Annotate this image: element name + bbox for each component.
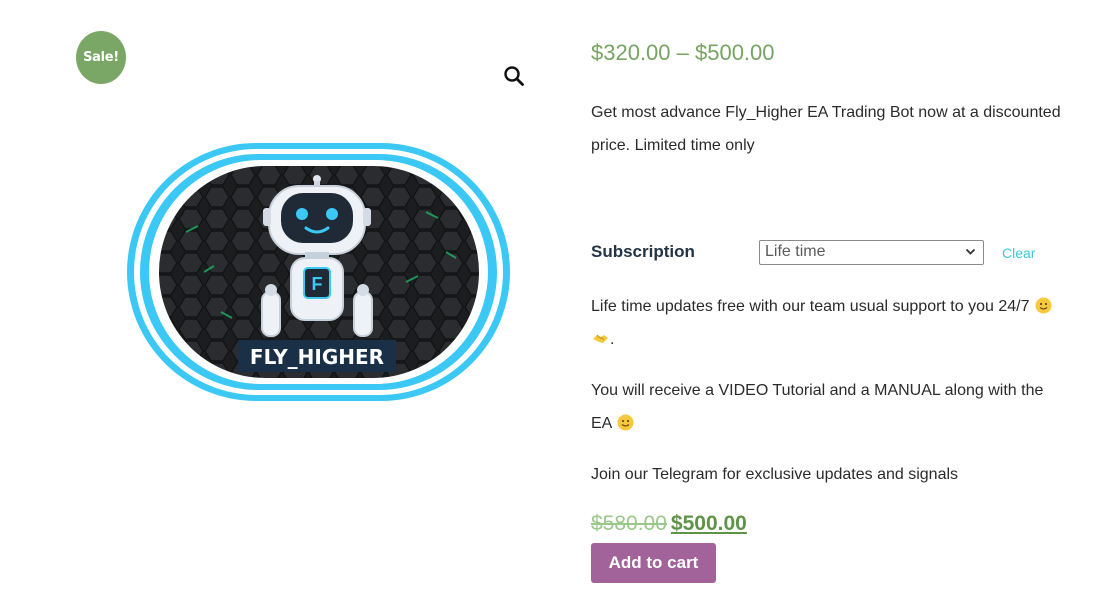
chevron-down-icon (965, 248, 976, 255)
sale-price: $500.00 (670, 512, 747, 535)
svg-text:FLY_HIGHER: FLY_HIGHER (250, 345, 384, 369)
svg-text:F: F (312, 274, 323, 294)
price-range: $320.00 – $500.00 (591, 40, 775, 65)
subscription-selected-value: Life time (765, 243, 826, 260)
variation-desc-telegram: Join our Telegram for exclusive updates … (591, 466, 959, 483)
regular-price: $580.00 (591, 512, 667, 535)
variation-desc-text: You will receive a VIDEO Tutorial and a … (591, 382, 1044, 432)
smile-emoji-icon (1035, 297, 1052, 314)
variation-description: Life time updates free with our team usu… (591, 290, 1061, 509)
smile-emoji-icon (617, 414, 634, 431)
variation-desc-text: Life time updates free with our team usu… (591, 298, 1030, 315)
clear-link[interactable]: Clear (1002, 245, 1035, 261)
zoom-button[interactable] (501, 63, 527, 89)
subscription-label: Subscription (591, 242, 695, 261)
variation-price: $580.00 $500.00 (591, 512, 747, 536)
add-to-cart-button[interactable]: Add to cart (591, 543, 716, 583)
handshake-emoji-icon (593, 334, 608, 343)
sale-badge: Sale! (76, 31, 126, 84)
subscription-select[interactable]: Life time (759, 240, 984, 265)
short-description: Get most advance Fly_Higher EA Trading B… (591, 104, 1061, 154)
variation-desc-support: Life time updates free with our team usu… (591, 290, 1061, 356)
product-image[interactable]: F FLY_HIGHER (126, 142, 511, 402)
magnifier-icon (504, 66, 524, 86)
variation-desc-video: You will receive a VIDEO Tutorial and a … (591, 374, 1061, 440)
